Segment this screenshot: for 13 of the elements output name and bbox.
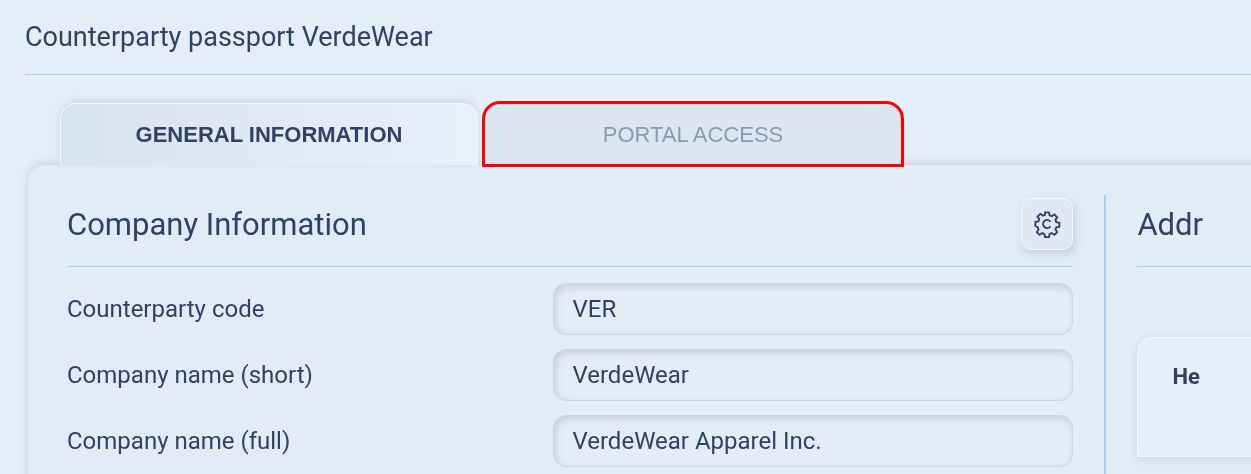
input-field[interactable]: VerdeWear Apparel Inc. — [553, 415, 1074, 467]
settings-button[interactable] — [1021, 198, 1074, 250]
input-field[interactable]: VER — [553, 283, 1074, 335]
input-field[interactable]: VerdeWear — [553, 349, 1074, 401]
field-label: Counterparty code — [67, 295, 265, 323]
card-title: He — [1172, 364, 1200, 389]
tab[interactable]: GENERAL INFORMATION — [60, 103, 478, 165]
settings-icon — [1033, 210, 1062, 238]
field-label: Company name (full) — [67, 427, 291, 455]
section-title: Company Information — [67, 205, 367, 243]
window-title: Counterparty passport VerdeWear — [25, 20, 434, 55]
section-title: Addr — [1137, 205, 1204, 243]
field-label: Company name (short) — [67, 361, 313, 389]
